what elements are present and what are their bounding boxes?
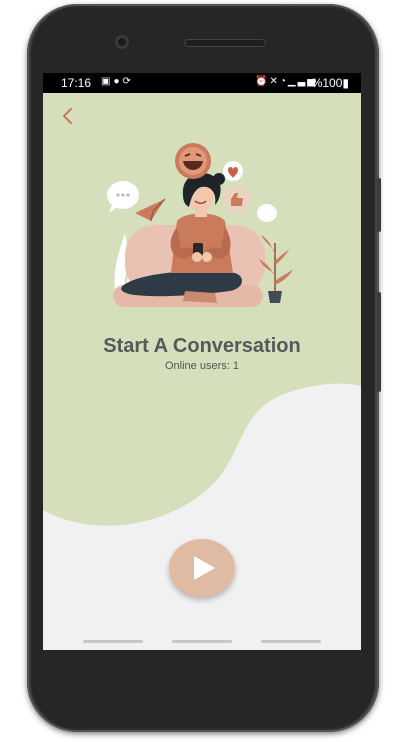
online-users-count: Online users: 1 (165, 360, 239, 372)
nav-back-indicator[interactable] (261, 640, 321, 643)
gallery-icon: ▣ (101, 76, 114, 87)
nav-home-indicator[interactable] (172, 640, 232, 643)
chevron-left-icon (63, 108, 72, 124)
sync-icon: ⟳ (122, 76, 134, 87)
page-title: Start A Conversation (103, 335, 301, 357)
mute-icon: ✕ (269, 76, 280, 87)
volume-button (377, 292, 381, 392)
conversation-illustration (107, 143, 293, 307)
start-conversation-button[interactable] (169, 539, 235, 597)
battery-icon: ▮ (342, 76, 349, 90)
status-bar: 17:16 ▣●⟳ ⏰✕◔▁▃▅ %100▮ (43, 73, 361, 93)
power-button (377, 178, 381, 232)
play-icon (194, 556, 215, 580)
status-right-icons: ⏰✕◔▁▃▅ (255, 76, 317, 87)
front-camera (115, 35, 129, 49)
status-time: 17:16 (61, 76, 92, 90)
message-icon: ● (113, 76, 123, 87)
battery-level: %100▮ (311, 76, 349, 90)
back-button[interactable] (57, 105, 79, 127)
earpiece-speaker (185, 40, 265, 46)
alarm-icon: ⏰ (255, 76, 270, 87)
app-screen: 17:16 ▣●⟳ ⏰✕◔▁▃▅ %100▮ Start A Conversat… (43, 73, 361, 650)
system-navigation-bar (43, 640, 361, 650)
wifi-icon: ◔ (279, 76, 288, 87)
status-left-icons: ▣●⟳ (101, 76, 134, 87)
nav-recents-indicator[interactable] (83, 640, 143, 643)
